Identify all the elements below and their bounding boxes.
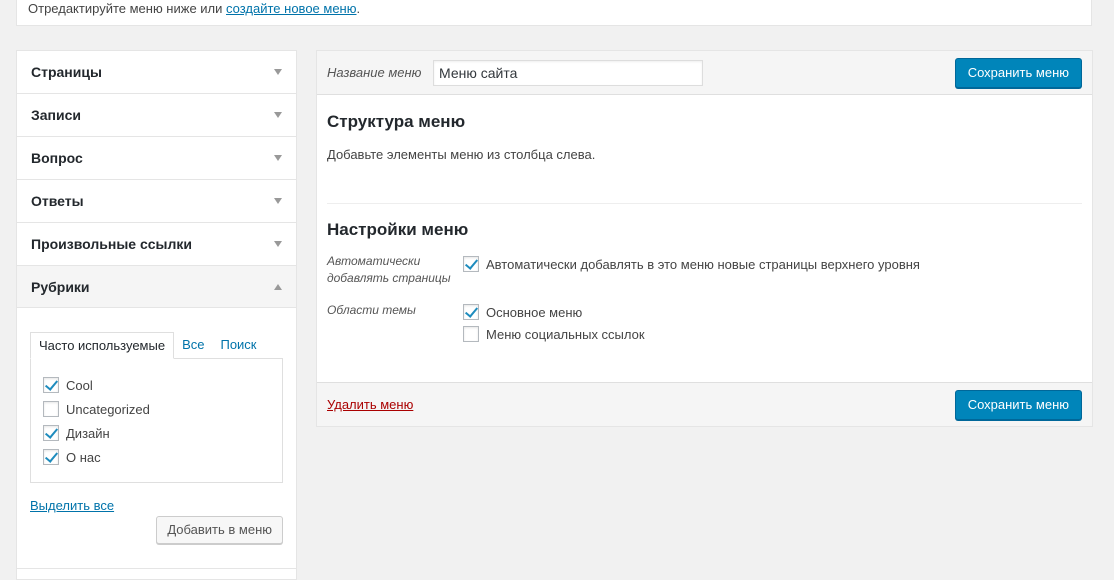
- divider: [327, 203, 1082, 204]
- chevron-up-icon: [274, 283, 282, 290]
- list-item: Uncategorized: [43, 397, 270, 421]
- tab-most-used[interactable]: Часто используемые: [30, 332, 175, 359]
- auto-add-label-line-1: Автоматически: [327, 254, 421, 268]
- auto-add-pages-checkbox[interactable]: [463, 256, 479, 272]
- menu-footer: Удалить меню Сохранить меню: [317, 382, 1092, 426]
- delete-menu-link[interactable]: Удалить меню: [327, 397, 413, 412]
- category-label: Дизайн: [66, 425, 110, 441]
- category-checkbox-cool[interactable]: [43, 377, 59, 393]
- accordion-label: Страницы: [31, 64, 102, 80]
- list-item: Основное меню: [463, 301, 645, 323]
- accordion-label: Вопрос: [31, 150, 83, 166]
- category-label: О нас: [66, 449, 101, 465]
- menu-name-input[interactable]: [433, 59, 703, 86]
- accordion-section-question: Вопрос: [17, 137, 296, 180]
- accordion-section-pages: Страницы: [17, 51, 296, 94]
- add-menu-items-accordion: Страницы Записи Вопрос Ответы Произвольн…: [16, 50, 297, 580]
- theme-location-label: Основное меню: [486, 304, 583, 320]
- list-item: Cool: [43, 373, 270, 397]
- create-new-menu-link[interactable]: создайте новое меню: [226, 1, 356, 16]
- menu-header: Название меню Сохранить меню: [317, 51, 1092, 95]
- accordion-label: Записи: [31, 107, 82, 123]
- auto-add-option-label: Автоматически добавлять в это меню новые…: [486, 256, 920, 272]
- menu-edit-panel: Название меню Сохранить меню Структура м…: [316, 50, 1093, 427]
- accordion-label: Рубрики: [31, 278, 90, 295]
- category-checkbox-design[interactable]: [43, 425, 59, 441]
- category-label: Cool: [66, 377, 93, 393]
- menu-body: Структура меню Добавьте элементы меню из…: [317, 95, 1092, 384]
- menu-name-label: Название меню: [327, 65, 422, 80]
- auto-add-pages-label: Автоматически добавлять страницы: [327, 253, 467, 287]
- accordion-toggle-pages[interactable]: Страницы: [17, 51, 296, 93]
- notice-suffix: .: [356, 1, 361, 16]
- chevron-down-icon: [274, 241, 282, 247]
- list-item: Автоматически добавлять в это меню новые…: [463, 253, 920, 275]
- tab-all[interactable]: Все: [174, 332, 212, 359]
- list-item: Меню социальных ссылок: [463, 323, 645, 345]
- accordion-section-answers: Ответы: [17, 180, 296, 223]
- tab-search[interactable]: Поиск: [212, 332, 264, 359]
- primary-menu-checkbox[interactable]: [463, 304, 479, 320]
- accordion-toggle-answers[interactable]: Ответы: [17, 180, 296, 222]
- menu-structure-description: Добавьте элементы меню из столбца слева.: [327, 147, 596, 162]
- accordion-toggle-posts[interactable]: Записи: [17, 94, 296, 136]
- categories-panel: Часто используемые Все Поиск Cool Uncate…: [17, 308, 296, 568]
- menu-structure-title: Структура меню: [327, 112, 466, 131]
- chevron-down-icon: [274, 112, 282, 118]
- category-checkbox-uncategorized[interactable]: [43, 401, 59, 417]
- theme-location-label: Меню социальных ссылок: [486, 326, 645, 342]
- chevron-down-icon: [274, 198, 282, 204]
- menu-settings-title: Настройки меню: [327, 220, 469, 239]
- accordion-toggle-question[interactable]: Вопрос: [17, 137, 296, 179]
- theme-locations-options: Основное меню Меню социальных ссылок: [463, 301, 645, 345]
- chevron-down-icon: [274, 155, 282, 161]
- list-item: О нас: [43, 445, 270, 469]
- accordion-label: Произвольные ссылки: [31, 236, 192, 252]
- categories-tabs: Часто используемые Все Поиск: [30, 332, 283, 359]
- notice-text: Отредактируйте меню ниже или: [28, 1, 227, 16]
- accordion-toggle-custom-links[interactable]: Произвольные ссылки: [17, 223, 296, 265]
- auto-add-label-line-2: добавлять страницы: [327, 271, 451, 285]
- category-label: Uncategorized: [66, 401, 150, 417]
- chevron-down-icon: [274, 69, 282, 75]
- theme-locations-label: Области темы: [327, 303, 416, 317]
- accordion-label: Ответы: [31, 193, 84, 209]
- accordion-section-custom-links: Произвольные ссылки: [17, 223, 296, 266]
- save-menu-button-bottom[interactable]: Сохранить меню: [954, 389, 1082, 420]
- auto-add-pages-options: Автоматически добавлять в это меню новые…: [463, 253, 920, 275]
- edit-menu-notice: Отредактируйте меню ниже или создайте но…: [16, 0, 1092, 26]
- social-menu-checkbox[interactable]: [463, 326, 479, 342]
- category-checkbox-about[interactable]: [43, 449, 59, 465]
- list-item: Дизайн: [43, 421, 270, 445]
- select-all-link[interactable]: Выделить все: [30, 498, 114, 513]
- accordion-section-posts: Записи: [17, 94, 296, 137]
- save-menu-button-top[interactable]: Сохранить меню: [954, 57, 1082, 88]
- accordion-toggle-categories[interactable]: Рубрики: [17, 266, 296, 308]
- categories-checklist: Cool Uncategorized Дизайн О нас: [30, 358, 283, 483]
- accordion-section-categories: Рубрики Часто используемые Все Поиск Coo…: [17, 266, 296, 569]
- add-to-menu-button[interactable]: Добавить в меню: [156, 516, 283, 544]
